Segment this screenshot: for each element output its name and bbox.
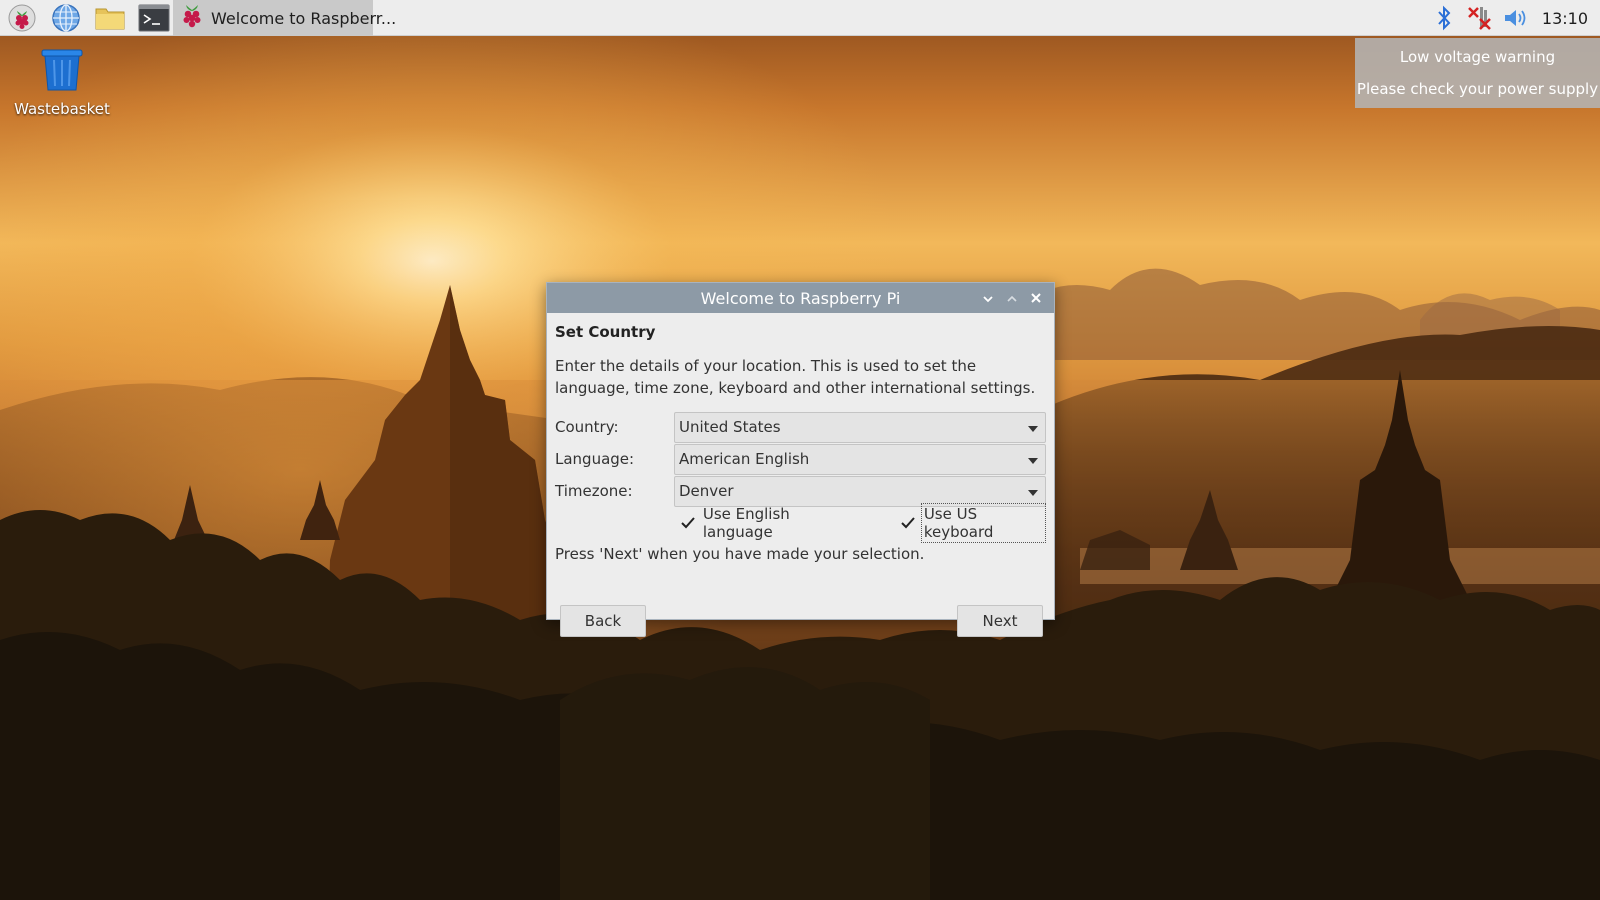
checkmark-icon — [680, 514, 697, 532]
maximize-button[interactable] — [1000, 286, 1024, 310]
checkmark-icon — [900, 514, 917, 532]
dialog-description: Enter the details of your location. This… — [555, 357, 1036, 397]
use-us-keyboard-label: Use US keyboard — [920, 503, 1046, 543]
desktop-icon-wastebasket[interactable]: Wastebasket — [10, 48, 114, 118]
language-value: American English — [679, 450, 810, 468]
minimize-button[interactable] — [976, 286, 1000, 310]
timezone-dropdown[interactable]: Denver — [674, 475, 1046, 507]
country-value: United States — [679, 418, 781, 436]
dropdown-arrow-icon — [1027, 418, 1039, 437]
checkbox-row: Use English language Use US keyboard — [674, 503, 1046, 543]
desktop-icon-label: Wastebasket — [14, 100, 110, 118]
use-english-label: Use English language — [702, 505, 790, 541]
country-label: Country: — [555, 418, 619, 436]
language-label: Language: — [555, 450, 635, 468]
dialog-heading: Set Country — [555, 323, 656, 341]
notification-title: Low voltage warning — [1399, 48, 1556, 66]
raspberry-icon — [179, 2, 205, 34]
web-browser-icon — [51, 3, 81, 33]
dropdown-arrow-icon — [1027, 482, 1039, 501]
taskbar-task-welcome[interactable]: Welcome to Raspberr... — [173, 0, 396, 36]
terminal-button[interactable] — [132, 0, 176, 36]
close-button[interactable] — [1024, 286, 1048, 310]
network-disconnected-icon[interactable] — [1462, 0, 1498, 36]
dialog-titlebar[interactable]: Welcome to Raspberry Pi — [547, 283, 1054, 313]
terminal-icon — [138, 4, 170, 32]
chevron-down-icon — [982, 289, 994, 308]
language-row: Language: American English — [555, 443, 1046, 475]
clock[interactable]: 13:10 — [1542, 9, 1588, 28]
dropdown-arrow-icon — [1027, 450, 1039, 469]
taskbar-task-label: Welcome to Raspberr... — [211, 8, 397, 28]
next-button[interactable]: Next — [957, 605, 1043, 637]
wastebasket-icon — [39, 48, 85, 96]
close-icon — [1030, 289, 1042, 308]
country-row: Country: United States — [555, 411, 1046, 443]
file-manager-icon — [94, 4, 126, 32]
taskbar: Welcome to Raspberr... 13:10 — [0, 0, 1600, 36]
welcome-dialog: Welcome to Raspberry Pi Set Country Ente… — [546, 282, 1055, 637]
timezone-value: Denver — [679, 482, 734, 500]
bluetooth-icon[interactable] — [1426, 0, 1462, 36]
raspberry-menu-button[interactable] — [0, 0, 44, 36]
system-tray: 13:10 — [1426, 0, 1600, 36]
notification-message: Please check your power supply — [1356, 80, 1599, 98]
raspberry-menu-icon — [8, 4, 36, 32]
back-button[interactable]: Back — [560, 605, 646, 637]
file-manager-button[interactable] — [88, 0, 132, 36]
dialog-instruction: Press 'Next' when you have made your sel… — [555, 545, 925, 563]
country-dropdown[interactable]: United States — [674, 411, 1046, 443]
web-browser-button[interactable] — [44, 0, 88, 36]
use-us-keyboard-checkbox[interactable]: Use US keyboard — [900, 503, 1046, 543]
chevron-up-icon — [1006, 289, 1018, 308]
low-voltage-notification[interactable]: Low voltage warning Please check your po… — [1355, 38, 1600, 108]
dialog-content: Set Country Enter the details of your lo… — [547, 313, 1054, 637]
language-dropdown[interactable]: American English — [674, 443, 1046, 475]
volume-icon[interactable] — [1498, 0, 1534, 36]
use-english-checkbox[interactable]: Use English language — [680, 505, 854, 541]
dialog-title: Welcome to Raspberry Pi — [700, 288, 901, 308]
timezone-label: Timezone: — [555, 482, 633, 500]
